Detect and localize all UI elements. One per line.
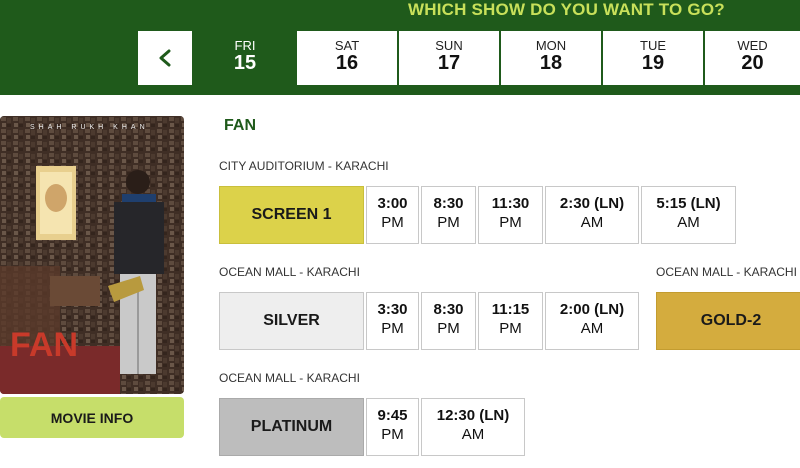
day-name: TUE bbox=[640, 38, 666, 53]
day-mon[interactable]: MON 18 bbox=[501, 31, 601, 85]
movie-info-button[interactable]: MOVIE INFO bbox=[0, 397, 184, 438]
showtime-time: 11:15 bbox=[491, 301, 530, 318]
showtime-period: AM bbox=[580, 320, 604, 337]
showtime-time: 8:30 bbox=[433, 195, 464, 212]
day-name: SAT bbox=[334, 38, 360, 53]
day-number: 20 bbox=[741, 52, 764, 74]
day-name: WED bbox=[737, 38, 768, 53]
venue-name: OCEAN MALL - KARACHI bbox=[219, 265, 360, 279]
poster-title-text: FAN bbox=[10, 326, 78, 364]
poster-top-text: SHAH RUKH KHAN bbox=[30, 124, 149, 131]
showtime-period: PM bbox=[499, 320, 522, 337]
movie-poster[interactable]: FAN SHAH RUKH KHAN bbox=[0, 116, 184, 394]
venue-name: CITY AUDITORIUM - KARACHI bbox=[219, 159, 389, 173]
showtime-time: 3:30 bbox=[377, 301, 408, 318]
day-number: 16 bbox=[335, 52, 359, 74]
showtime-time: 2:00 (LN) bbox=[559, 301, 625, 318]
day-sun[interactable]: SUN 17 bbox=[399, 31, 499, 85]
day-number: 15 bbox=[233, 52, 257, 74]
poster-image: FAN SHAH RUKH KHAN bbox=[0, 116, 184, 394]
day-fri[interactable]: FRI 15 bbox=[196, 31, 294, 85]
showtime-time: 2:30 (LN) bbox=[559, 195, 625, 212]
silver-screen-button[interactable]: SILVER bbox=[219, 292, 364, 350]
showtime-button[interactable]: 9:45 PM bbox=[366, 398, 419, 456]
showtime-time: 11:30 bbox=[491, 195, 530, 212]
day-name: SUN bbox=[435, 38, 463, 53]
showtime-period: PM bbox=[381, 320, 404, 337]
day-wed[interactable]: WED 20 bbox=[705, 31, 800, 85]
showtime-period: PM bbox=[381, 426, 404, 443]
showtime-time: 12:30 (LN) bbox=[436, 407, 510, 424]
showtime-period: PM bbox=[437, 214, 460, 231]
day-name: FRI bbox=[234, 38, 256, 53]
showtime-button[interactable]: 8:30 PM bbox=[421, 186, 476, 244]
showtime-period: PM bbox=[437, 320, 460, 337]
platinum-screen-button[interactable]: PLATINUM bbox=[219, 398, 364, 456]
showtime-time: 9:45 bbox=[377, 407, 408, 424]
day-number: 19 bbox=[641, 52, 665, 74]
showtime-button[interactable]: 3:30 PM bbox=[366, 292, 419, 350]
showtime-period: AM bbox=[461, 426, 485, 443]
day-number: 17 bbox=[437, 52, 461, 74]
movie-title: FAN bbox=[224, 117, 256, 134]
day-number: 18 bbox=[539, 52, 563, 74]
venue-name: OCEAN MALL - KARACHI bbox=[219, 371, 360, 385]
date-selector-header: WHICH SHOW DO YOU WANT TO GO? FRI 15 SAT… bbox=[0, 0, 800, 95]
showtime-button[interactable]: 2:00 (LN) AM bbox=[545, 292, 639, 350]
gold-2-screen-button[interactable]: GOLD-2 bbox=[656, 292, 800, 350]
showtime-button[interactable]: 5:15 (LN) AM bbox=[641, 186, 736, 244]
showtime-time: 5:15 (LN) bbox=[656, 195, 721, 212]
previous-dates-button[interactable] bbox=[138, 31, 192, 85]
day-sat[interactable]: SAT 16 bbox=[297, 31, 397, 85]
showtime-button[interactable]: 11:15 PM bbox=[478, 292, 543, 350]
showtime-button[interactable]: 12:30 (LN) AM bbox=[421, 398, 525, 456]
showtime-period: PM bbox=[499, 214, 522, 231]
screen-1-button[interactable]: SCREEN 1 bbox=[219, 186, 364, 244]
venue-name: OCEAN MALL - KARACHI bbox=[656, 265, 797, 279]
day-name: MON bbox=[535, 38, 567, 53]
showtime-period: AM bbox=[677, 214, 700, 231]
showtime-button[interactable]: 8:30 PM bbox=[421, 292, 476, 350]
showtime-period: PM bbox=[381, 214, 404, 231]
showtime-button[interactable]: 11:30 PM bbox=[478, 186, 543, 244]
showtime-period: AM bbox=[580, 214, 604, 231]
showtime-button[interactable]: 2:30 (LN) AM bbox=[545, 186, 639, 244]
chevron-left-icon bbox=[159, 49, 171, 67]
header-title: WHICH SHOW DO YOU WANT TO GO? bbox=[408, 0, 725, 19]
showtime-button[interactable]: 3:00 PM bbox=[366, 186, 419, 244]
showtime-time: 8:30 bbox=[433, 301, 464, 318]
showtime-time: 3:00 bbox=[377, 195, 408, 212]
day-tue[interactable]: TUE 19 bbox=[603, 31, 703, 85]
